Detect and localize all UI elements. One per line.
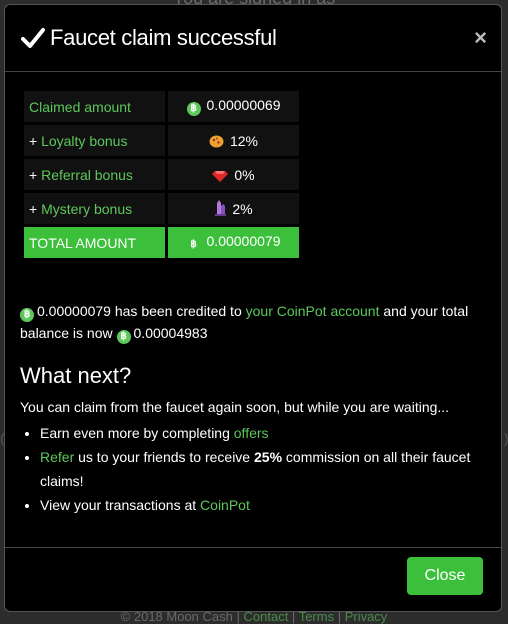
offers-text: Earn even more by completing (40, 425, 234, 441)
refer-link[interactable]: Refer (40, 449, 74, 465)
table-row: Claimed amount ฿ 0.00000069 (24, 91, 299, 122)
bitcoin-icon: ฿ (186, 102, 201, 116)
credited-amount: 0.00000079 (37, 303, 111, 319)
credited-message: ฿ 0.00000079 has been credited to your Co… (20, 300, 480, 344)
reward-table: Claimed amount ฿ 0.00000069 + Loyalty bon… (21, 88, 302, 261)
mystery-bonus-value: 2% (232, 201, 253, 217)
table-row-total: TOTAL AMOUNT ฿ 0.00000079 (24, 227, 299, 258)
refer-text: us to your friends to receive (74, 449, 254, 465)
bitcoin-icon: ฿ (116, 330, 131, 344)
reward-value: 12% (168, 125, 299, 156)
plus-sign: + (29, 200, 42, 217)
cookie-icon (209, 135, 224, 147)
claimed-amount-link[interactable]: Claimed amount (29, 99, 131, 115)
coinpot-account-link[interactable]: your CoinPot account (246, 303, 380, 319)
total-value-cell: ฿ 0.00000079 (168, 227, 299, 258)
referral-bonus-link[interactable]: Referral bonus (41, 167, 133, 183)
bitcoin-icon: ฿ (190, 239, 197, 250)
modal-footer-divider (5, 547, 501, 548)
reward-value: 2% (168, 193, 299, 224)
list-item: Refer us to your friends to receive 25% … (40, 445, 480, 493)
plus-sign: + (29, 166, 42, 183)
loyalty-bonus-link[interactable]: Loyalty bonus (41, 133, 127, 149)
crystal-icon (215, 200, 227, 216)
reward-value: ฿ 0.00000069 (168, 91, 299, 122)
faucet-claim-modal: Faucet claim successful × Claimed amount… (4, 4, 502, 612)
table-row: + Mystery bonus 2% (24, 193, 299, 224)
total-label: TOTAL AMOUNT (24, 227, 165, 258)
modal-title: Faucet claim successful (50, 25, 277, 50)
close-button[interactable]: Close (407, 557, 483, 595)
bitcoin-icon: ฿ (20, 308, 34, 322)
reward-value: 0% (168, 159, 299, 190)
claimed-amount-value: 0.00000069 (206, 97, 281, 113)
claim-again-text: You can claim from the faucet again soon… (20, 399, 450, 415)
list-item: Earn even more by completing offers (40, 421, 480, 445)
total-amount-value: 0.00000079 (206, 233, 281, 249)
checkmark-icon (21, 28, 45, 48)
what-next-heading: What next? (20, 363, 132, 388)
commission-percent: 25% (254, 449, 283, 465)
backdrop-edge-mark: ) (504, 430, 508, 446)
loyalty-bonus-value: 12% (229, 132, 259, 149)
plus-sign: + (29, 132, 42, 149)
total-balance-value: 0.00004983 (133, 325, 208, 341)
close-icon[interactable]: × (474, 25, 487, 51)
next-steps-list: Earn even more by completing offers Refe… (20, 421, 480, 517)
table-row: + Loyalty bonus 12% (24, 125, 299, 156)
table-row: + Referral bonus 0% (24, 159, 299, 190)
gem-icon (212, 170, 229, 182)
reward-label: + Mystery bonus (24, 193, 165, 224)
reward-label: + Referral bonus (24, 159, 165, 190)
modal-header: Faucet claim successful × (5, 5, 501, 72)
reward-label: + Loyalty bonus (24, 125, 165, 156)
list-item: View your transactions at CoinPot (40, 493, 480, 517)
transactions-text: View your transactions at (40, 497, 201, 513)
referral-bonus-value: 0% (234, 166, 255, 183)
offers-link[interactable]: offers (234, 425, 269, 441)
credited-text: has been credited to (110, 303, 246, 319)
reward-label: Claimed amount (24, 91, 165, 122)
mystery-bonus-link[interactable]: Mystery bonus (41, 201, 132, 217)
coinpot-link[interactable]: CoinPot (200, 497, 250, 513)
